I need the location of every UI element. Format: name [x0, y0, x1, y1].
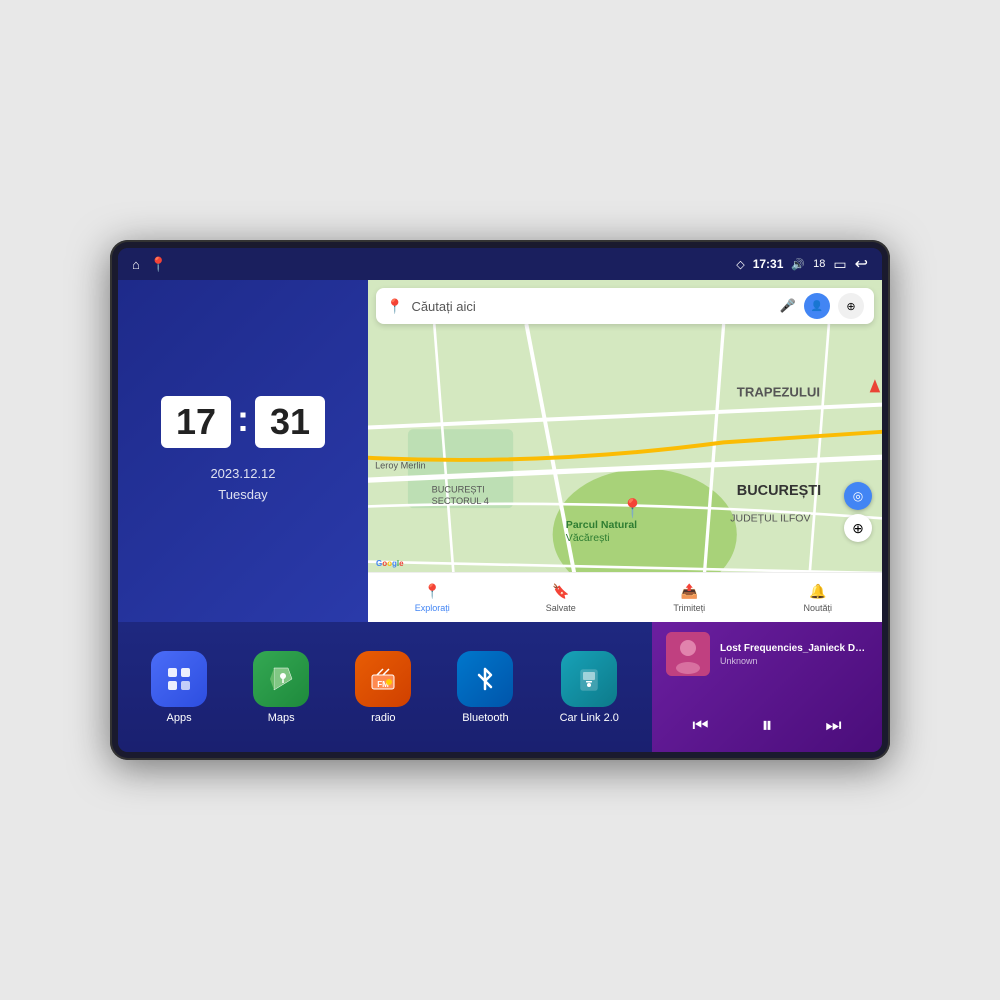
google-logo: Google — [376, 559, 404, 568]
app-launcher: Apps Maps — [118, 622, 652, 752]
carlink-icon — [561, 651, 617, 707]
map-nav-explore[interactable]: 📍 Explorați — [368, 583, 497, 613]
app-item-bluetooth[interactable]: Bluetooth — [457, 651, 513, 724]
music-info: Lost Frequencies_Janieck Devy-... Unknow… — [666, 632, 868, 676]
map-nav-send[interactable]: 📤 Trimiteți — [625, 583, 754, 613]
svg-text:📍: 📍 — [621, 498, 644, 520]
svg-text:Parcul Natural: Parcul Natural — [566, 519, 637, 531]
clock-date: 2023.12.12 Tuesday — [210, 464, 275, 506]
svg-text:TRAPEZULUI: TRAPEZULUI — [737, 384, 820, 399]
clock-widget: 17 : 31 2023.12.12 Tuesday — [118, 280, 368, 622]
music-controls: ⏮ ⏸ ⏭ — [666, 708, 868, 742]
main-area: 17 : 31 2023.12.12 Tuesday — [118, 280, 882, 752]
carlink-label: Car Link 2.0 — [560, 712, 619, 724]
map-search-bar[interactable]: 📍 Căutați aici 🎤 👤 ⊕ — [376, 288, 874, 324]
maps-status-icon[interactable]: 📍 — [150, 256, 167, 273]
map-search-actions: 🎤 👤 ⊕ — [780, 293, 864, 319]
user-avatar[interactable]: 👤 — [804, 293, 830, 319]
svg-text:Văcărești: Văcărești — [566, 532, 610, 544]
clock-hour: 17 — [161, 396, 231, 448]
app-item-apps[interactable]: Apps — [151, 651, 207, 724]
battery-icon: ▭ — [833, 256, 846, 273]
svg-text:BUCUREȘTI: BUCUREȘTI — [432, 484, 485, 494]
radio-icon: FM — [355, 651, 411, 707]
saved-icon: 🔖 — [552, 583, 569, 600]
explore-label: Explorați — [415, 603, 450, 613]
google-maps-pin-icon: 📍 — [386, 298, 403, 315]
status-bar-left: ⌂ 📍 — [132, 256, 167, 273]
battery-level: 18 — [813, 258, 825, 270]
maps-icon — [253, 651, 309, 707]
map-widget[interactable]: TRAPEZULUI BUCUREȘTI JUDEȚUL ILFOV BERCE… — [368, 280, 882, 622]
next-button[interactable]: ⏭ — [817, 711, 849, 740]
bluetooth-label: Bluetooth — [462, 712, 508, 724]
send-icon: 📤 — [681, 583, 698, 600]
app-item-radio[interactable]: FM radio — [355, 651, 411, 724]
bottom-section: Apps Maps — [118, 622, 882, 752]
status-bar: ⌂ 📍 ◇ 17:31 🔊 18 ▭ ↩ — [118, 248, 882, 280]
top-section: 17 : 31 2023.12.12 Tuesday — [118, 280, 882, 622]
music-title: Lost Frequencies_Janieck Devy-... — [720, 643, 868, 654]
device-frame: ⌂ 📍 ◇ 17:31 🔊 18 ▭ ↩ 17 : 31 — [110, 240, 890, 760]
app-item-maps[interactable]: Maps — [253, 651, 309, 724]
svg-text:SECTORUL 4: SECTORUL 4 — [432, 496, 489, 506]
news-icon: 🔔 — [809, 583, 826, 600]
status-time: 17:31 — [753, 257, 784, 271]
map-bottom-bar: 📍 Explorați 🔖 Salvate 📤 Trimiteți � — [368, 572, 882, 622]
apps-icon — [151, 651, 207, 707]
recenter-button[interactable]: ◎ — [844, 482, 872, 510]
home-icon[interactable]: ⌂ — [132, 257, 140, 272]
apps-label: Apps — [167, 712, 192, 724]
svg-text:Leroy Merlin: Leroy Merlin — [375, 461, 426, 471]
app-item-carlink[interactable]: Car Link 2.0 — [560, 651, 619, 724]
bluetooth-icon — [457, 651, 513, 707]
compass-button[interactable]: ⊕ — [844, 514, 872, 542]
map-nav-news[interactable]: 🔔 Noutăți — [754, 583, 883, 613]
music-thumbnail — [666, 632, 710, 676]
clock-colon: : — [237, 398, 249, 440]
volume-icon: 🔊 — [791, 258, 805, 271]
music-text: Lost Frequencies_Janieck Devy-... Unknow… — [720, 643, 868, 666]
music-artist: Unknown — [720, 656, 868, 666]
mic-icon[interactable]: 🎤 — [780, 298, 796, 314]
clock-minute: 31 — [255, 396, 325, 448]
status-bar-right: ◇ 17:31 🔊 18 ▭ ↩ — [736, 254, 868, 274]
prev-button[interactable]: ⏮ — [684, 711, 716, 740]
layers-icon[interactable]: ⊕ — [838, 293, 864, 319]
map-search-text[interactable]: Căutați aici — [411, 299, 771, 314]
map-nav-saved[interactable]: 🔖 Salvate — [497, 583, 626, 613]
maps-label: Maps — [268, 712, 295, 724]
clock-display: 17 : 31 — [161, 396, 325, 448]
news-label: Noutăți — [803, 603, 832, 613]
music-player: Lost Frequencies_Janieck Devy-... Unknow… — [652, 622, 882, 752]
svg-text:JUDEȚUL ILFOV: JUDEȚUL ILFOV — [730, 512, 810, 524]
send-label: Trimiteți — [673, 603, 705, 613]
play-pause-button[interactable]: ⏸ — [753, 708, 780, 742]
back-icon[interactable]: ↩ — [855, 254, 868, 274]
svg-text:BUCUREȘTI: BUCUREȘTI — [737, 483, 821, 499]
radio-label: radio — [371, 712, 395, 724]
location-icon: ◇ — [736, 258, 744, 271]
map-background: TRAPEZULUI BUCUREȘTI JUDEȚUL ILFOV BERCE… — [368, 280, 882, 622]
device-screen: ⌂ 📍 ◇ 17:31 🔊 18 ▭ ↩ 17 : 31 — [118, 248, 882, 752]
explore-icon: 📍 — [424, 583, 441, 600]
saved-label: Salvate — [546, 603, 576, 613]
